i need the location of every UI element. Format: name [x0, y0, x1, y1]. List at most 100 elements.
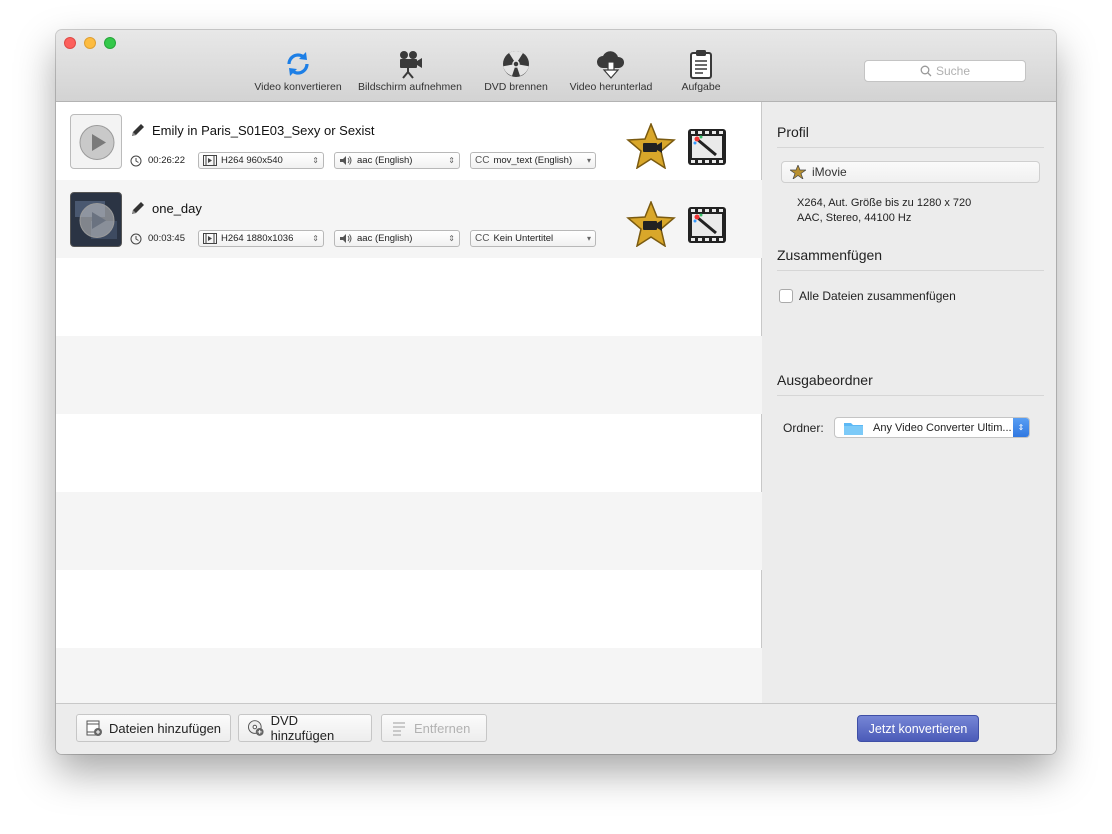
- play-icon: [75, 201, 117, 239]
- burn-icon: [503, 50, 529, 77]
- clock-icon: [130, 233, 142, 244]
- video-track-select[interactable]: H264 960x540 ⇕: [198, 152, 324, 169]
- empty-row: [56, 648, 762, 703]
- close-window-button[interactable]: [64, 37, 76, 49]
- zoom-window-button[interactable]: [104, 37, 116, 49]
- search-icon: [920, 65, 932, 77]
- clipboard-icon: [690, 50, 712, 79]
- minimize-window-button[interactable]: [84, 37, 96, 49]
- cc-icon: CC: [475, 155, 490, 166]
- empty-row: [56, 414, 762, 492]
- toolbar-label: Bildschirm aufnehmen: [358, 81, 462, 93]
- audio-track-select[interactable]: aac (English) ⇕: [334, 152, 460, 169]
- profile-select-button[interactable]: iMovie: [781, 161, 1040, 183]
- imovie-star-icon[interactable]: [626, 201, 676, 247]
- imovie-star-icon[interactable]: [626, 123, 676, 169]
- video-edit-icon[interactable]: [687, 206, 727, 244]
- remove-label: Entfernen: [414, 720, 471, 736]
- imovie-star-icon: [790, 165, 806, 179]
- duration: 00:03:45: [148, 233, 185, 244]
- toolbar-label: Video herunterlad: [569, 81, 653, 93]
- chevron-updown-icon: ⇕: [448, 234, 455, 243]
- remove-button[interactable]: Entfernen: [381, 714, 487, 742]
- search-placeholder: Suche: [935, 64, 971, 78]
- chevron-updown-icon: ⇕: [312, 234, 319, 243]
- app-window: Video konvertieren Bildschirm aufnehmen …: [56, 30, 1056, 754]
- toolbar-label: DVD brennen: [484, 81, 548, 93]
- folder-value: Any Video Converter Ultim...: [873, 421, 1012, 434]
- merge-checkbox[interactable]: [779, 289, 793, 303]
- audio-track-value: aac (English): [357, 155, 413, 166]
- chevron-down-icon: ▾: [586, 234, 591, 243]
- list-item[interactable]: one_day 00:03:45 H264 1880x1036 ⇕ aac (E…: [56, 180, 762, 258]
- chevron-updown-icon[interactable]: ⇕: [1013, 418, 1029, 437]
- profile-desc-audio: AAC, Stereo, 44100 Hz: [797, 211, 912, 224]
- cc-icon: CC: [475, 233, 490, 244]
- output-folder-select[interactable]: Any Video Converter Ultim... ⇕: [834, 417, 1030, 438]
- merge-heading: Zusammenfügen: [777, 247, 1044, 271]
- film-icon: [203, 233, 217, 244]
- file-title: Emily in Paris_S01E03_Sexy or Sexist: [152, 122, 375, 138]
- toolbar-label: Aufgabe: [681, 81, 721, 93]
- empty-row: [56, 336, 762, 414]
- subtitle-value: Kein Untertitel: [493, 233, 554, 244]
- toolbar-dvd-burn[interactable]: DVD brennen: [476, 48, 556, 93]
- output-folder-heading: Ausgabeordner: [777, 372, 1044, 396]
- toolbar: Video konvertieren Bildschirm aufnehmen …: [56, 30, 1056, 102]
- toolbar-video-convert[interactable]: Video konvertieren: [252, 48, 344, 93]
- file-title: one_day: [152, 200, 202, 216]
- merge-checkbox-label: Alle Dateien zusammenfügen: [799, 289, 956, 303]
- empty-row: [56, 492, 762, 570]
- profile-description: X264, Aut. Größe bis zu 1280 x 720 AAC, …: [797, 196, 971, 225]
- add-files-label: Dateien hinzufügen: [109, 720, 222, 736]
- toolbar-task[interactable]: Aufgabe: [668, 48, 734, 93]
- add-files-button[interactable]: Dateien hinzufügen: [76, 714, 231, 742]
- chevron-down-icon: ▾: [586, 156, 591, 165]
- profile-name: iMovie: [812, 165, 847, 179]
- empty-row: [56, 570, 762, 648]
- video-edit-icon[interactable]: [687, 128, 727, 166]
- subtitle-select[interactable]: CC Kein Untertitel ▾: [470, 230, 596, 247]
- video-track-value: H264 1880x1036: [221, 233, 294, 244]
- file-title-row: Emily in Paris_S01E03_Sexy or Sexist: [130, 122, 375, 138]
- film-icon: [203, 155, 217, 166]
- toolbar-video-download[interactable]: Video herunterlad: [564, 48, 658, 93]
- play-icon: [79, 125, 115, 160]
- search-input[interactable]: Suche: [864, 60, 1026, 82]
- remove-list-icon: [393, 722, 405, 736]
- convert-now-button[interactable]: Jetzt konvertieren: [857, 715, 979, 742]
- profile-heading: Profil: [777, 124, 1044, 148]
- add-dvd-button[interactable]: DVD hinzufügen: [238, 713, 372, 743]
- profile-desc-video: X264, Aut. Größe bis zu 1280 x 720: [797, 197, 972, 209]
- refresh-icon: [287, 52, 309, 76]
- chevron-updown-icon: ⇕: [312, 156, 319, 165]
- audio-track-select[interactable]: aac (English) ⇕: [334, 230, 460, 247]
- subtitle-value: mov_text (English): [493, 155, 573, 166]
- subtitle-select[interactable]: CC mov_text (English) ▾: [470, 152, 596, 169]
- edit-icon[interactable]: [130, 122, 146, 138]
- add-file-icon: [86, 720, 102, 736]
- file-title-row: one_day: [130, 200, 202, 216]
- merge-checkbox-row[interactable]: Alle Dateien zusammenfügen: [779, 289, 956, 303]
- toolbar-label: Video konvertieren: [254, 81, 342, 93]
- chevron-updown-icon: ⇕: [448, 156, 455, 165]
- speaker-icon: [340, 234, 352, 243]
- audio-track-value: aac (English): [357, 233, 413, 244]
- video-track-select[interactable]: H264 1880x1036 ⇕: [198, 230, 324, 247]
- video-thumbnail[interactable]: [70, 192, 122, 247]
- cloud-download-icon: [597, 51, 625, 79]
- file-meta: 00:26:22 H264 960x540 ⇕ aac (English) ⇕: [130, 152, 596, 169]
- video-track-value: H264 960x540: [221, 155, 283, 166]
- clock-icon: [130, 155, 142, 166]
- toolbar-screen-record[interactable]: Bildschirm aufnehmen: [352, 48, 468, 93]
- list-item[interactable]: Emily in Paris_S01E03_Sexy or Sexist 00:…: [56, 102, 762, 180]
- edit-icon[interactable]: [130, 200, 146, 216]
- speaker-icon: [340, 156, 352, 165]
- video-thumbnail[interactable]: [70, 114, 122, 169]
- bottom-bar: Dateien hinzufügen DVD hinzufügen Entfer…: [56, 703, 1056, 754]
- folder-icon: [844, 422, 863, 435]
- empty-row: [56, 258, 762, 336]
- settings-panel: Profil iMovie X264, Aut. Größe bis zu 12…: [763, 102, 1056, 703]
- folder-label: Ordner:: [783, 421, 824, 435]
- file-list: Emily in Paris_S01E03_Sexy or Sexist 00:…: [56, 102, 762, 703]
